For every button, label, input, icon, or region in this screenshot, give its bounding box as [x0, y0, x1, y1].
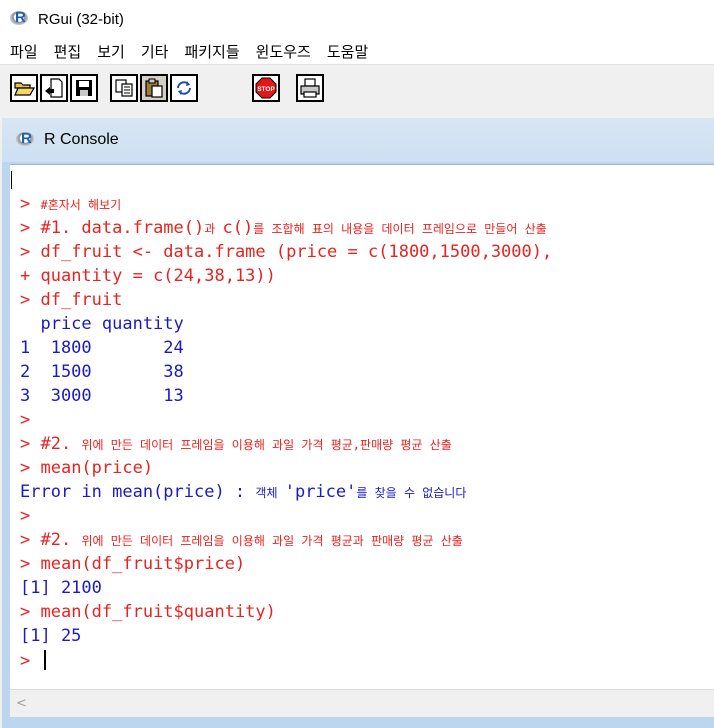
console-line: > df_fruit <- data.frame (price = c(1800…: [20, 242, 714, 266]
console-text: df_fruit <- data.frame (price = c(1800,1…: [40, 242, 553, 262]
console-line: + quantity = c(24,38,13)): [20, 266, 714, 290]
console-text: >: [20, 651, 41, 671]
console-text: >: [20, 602, 41, 622]
console-line: > #2. 위에 만든 데이터 프레임을 이용해 과일 가격 평균과 판매량 평…: [20, 530, 714, 554]
open-folder-icon: [14, 82, 35, 96]
printer-icon: [300, 78, 320, 98]
window-title: RGui (32-bit): [38, 10, 124, 28]
menu-file[interactable]: 파일: [0, 41, 46, 62]
console-line: > mean(df_fruit$price): [20, 554, 714, 578]
console-line: >: [20, 410, 714, 434]
console-line: price quantity: [20, 314, 714, 338]
stop-sign-icon: STOP: [255, 77, 277, 99]
console-text: mean(df_fruit$quantity): [40, 602, 276, 622]
console-line: [1] 25: [20, 626, 714, 650]
window-titlebar: R RGui (32-bit): [0, 0, 714, 38]
console-text: Error in mean(price) :: [20, 482, 256, 502]
console-text: #1. data.frame(): [40, 218, 205, 238]
menu-bar: 파일 편집 보기 기타 패키지들 윈도우즈 도움말: [0, 38, 714, 65]
console-text: mean(price): [40, 458, 154, 478]
console-title: R Console: [44, 131, 119, 148]
console-line: >: [20, 650, 714, 674]
horizontal-scrollbar[interactable]: <: [10, 689, 714, 717]
console-text: quantity = c(24,38,13)): [40, 266, 276, 286]
console-text: df_fruit: [40, 290, 123, 310]
console-line: > df_fruit: [20, 290, 714, 314]
console-text: >: [20, 554, 41, 574]
console-text: 객체: [255, 486, 285, 500]
paste-button[interactable]: [140, 74, 168, 102]
console-line: [1] 2100: [20, 578, 714, 602]
console-text: 위에 만든 데이터 프레임을 이용해 과일 가격 평균,판매량 평균 산출: [81, 438, 452, 452]
console-line: > #2. 위에 만든 데이터 프레임을 이용해 과일 가격 평균,판매량 평균…: [20, 434, 714, 458]
console-lines: > #혼자서 해보기 > #1. data.frame()과 c()를 조합해 표…: [20, 194, 714, 674]
copy-icon: [115, 79, 133, 97]
console-text: c(): [222, 218, 254, 238]
console-line: 1 1800 24: [20, 338, 714, 362]
menu-misc[interactable]: 기타: [133, 41, 177, 62]
console-line: Error in mean(price) : 객체 'price'를 찾을 수 …: [20, 482, 714, 506]
console-text: #2.: [40, 530, 82, 550]
console-line: > #1. data.frame()과 c()를 조합해 표의 내용을 데이터 …: [20, 218, 714, 242]
menu-windows[interactable]: 윈도우즈: [248, 41, 319, 62]
console-caret-top: [11, 171, 12, 189]
console-text: 과: [204, 222, 223, 236]
console-text: >: [20, 194, 41, 214]
copy-paste-button[interactable]: [170, 74, 198, 102]
console-text: 2 1500 38: [20, 362, 184, 382]
copy-button[interactable]: [110, 74, 138, 102]
stop-button[interactable]: STOP: [252, 74, 280, 102]
console-text: >: [20, 434, 41, 454]
floppy-disk-icon: [76, 80, 92, 96]
console-text: mean(df_fruit$price): [40, 554, 246, 574]
console-text: +: [20, 266, 41, 286]
open-script-button[interactable]: [10, 74, 38, 102]
console-text: 1 1800 24: [20, 338, 184, 358]
console-text: >: [20, 218, 41, 238]
menu-view[interactable]: 보기: [89, 41, 133, 62]
console-text: >: [20, 506, 31, 526]
menu-packages[interactable]: 패키지들: [176, 41, 247, 62]
refresh-icon: [177, 81, 191, 95]
console-cursor: [44, 650, 46, 670]
console-line: > mean(df_fruit$quantity): [20, 602, 714, 626]
console-text: 를 찾을 수 없습니다: [356, 486, 467, 500]
console-line: 3 3000 13: [20, 386, 714, 410]
console-line: > mean(price): [20, 458, 714, 482]
console-line: >: [20, 506, 714, 530]
console-titlebar: R R Console: [2, 118, 714, 162]
console-text: price quantity: [20, 314, 184, 334]
console-text: 3 3000 13: [20, 386, 184, 406]
console-text: >: [20, 458, 41, 478]
console-text: 'price': [284, 482, 357, 502]
load-workspace-icon: [45, 78, 63, 98]
toolbar: STOP: [0, 66, 714, 114]
console-text: >: [20, 530, 41, 550]
load-workspace-button[interactable]: [40, 74, 68, 102]
paste-icon: [145, 78, 163, 98]
console-output[interactable]: > #혼자서 해보기 > #1. data.frame()과 c()를 조합해 표…: [10, 164, 714, 689]
svg-text:STOP: STOP: [257, 86, 275, 93]
scroll-left-arrow-icon[interactable]: <: [16, 696, 27, 711]
menu-help[interactable]: 도움말: [319, 41, 376, 62]
console-text: [1] 25: [20, 626, 82, 646]
r-logo-icon: R: [10, 9, 32, 28]
console-text: #혼자서 해보기: [40, 198, 122, 212]
menu-edit[interactable]: 편집: [46, 41, 90, 62]
console-text: >: [20, 410, 31, 430]
save-workspace-button[interactable]: [70, 74, 98, 102]
console-line: 2 1500 38: [20, 362, 714, 386]
console-text: #2.: [40, 434, 82, 454]
console-line: > #혼자서 해보기: [20, 194, 714, 218]
console-text: [1] 2100: [20, 578, 102, 598]
console-text: >: [20, 290, 41, 310]
console-text: >: [20, 242, 41, 262]
console-text: 를 조합해 표의 내용을 데이터 프레임으로 만들어 산출: [253, 222, 547, 236]
console-text: 위에 만든 데이터 프레임을 이용해 과일 가격 평균과 판매량 평균 산출: [81, 534, 463, 548]
console-r-logo-icon: R: [16, 130, 38, 149]
print-button[interactable]: [296, 74, 324, 102]
